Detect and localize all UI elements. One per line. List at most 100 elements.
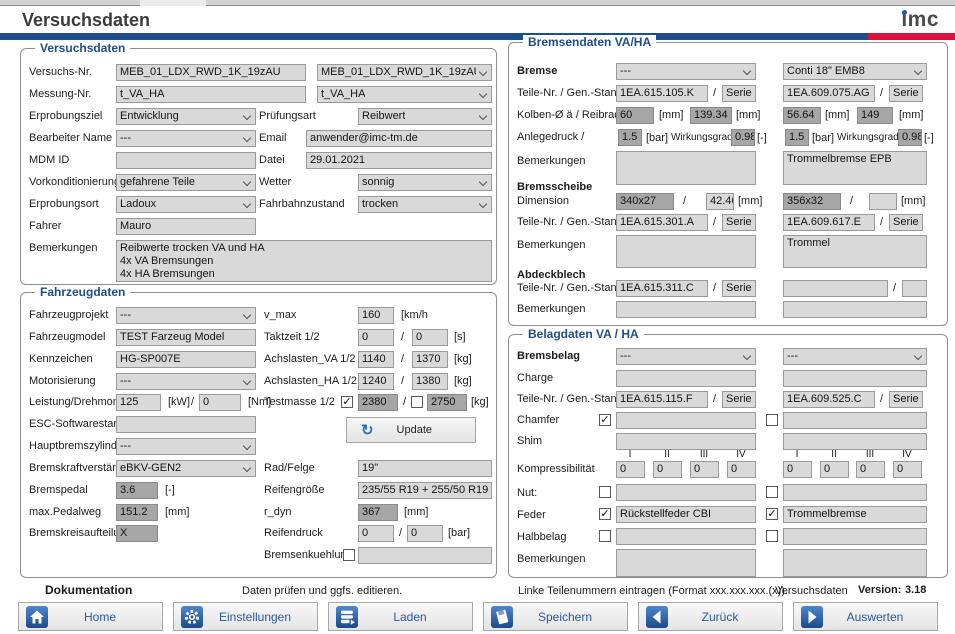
fahrbahnzustand-select[interactable]: trocken [358, 196, 492, 213]
home-button[interactable]: Home [18, 602, 163, 631]
bremse-select-va[interactable]: --- [616, 63, 756, 80]
email-input[interactable]: anwender@imc-tm.de [306, 130, 492, 147]
teile3-input-ha[interactable] [783, 280, 888, 297]
einstellungen-button[interactable]: Einstellungen [173, 602, 318, 631]
bd-bemerkungen1-textarea-ha[interactable]: Trommelbremse EPB [783, 151, 927, 185]
dimension-input-va-1[interactable]: 340x27 [616, 193, 674, 210]
bremse-select-ha[interactable]: Conti 18" EMB8 [783, 63, 927, 80]
halbbelag-checkbox-va[interactable] [599, 530, 611, 542]
testmasse-input-2[interactable]: 2750 [427, 394, 467, 411]
kompressibilitaet-input-va-3[interactable]: 0 [690, 461, 719, 478]
fahrzeugprojekt-select[interactable]: --- [116, 307, 256, 324]
bd-bemerkungen1-textarea-va[interactable] [616, 151, 756, 185]
kompressibilitaet-input-va-1[interactable]: 0 [616, 461, 645, 478]
taktzeit-input-1[interactable]: 0 [358, 329, 394, 346]
teile1-serie-va[interactable]: Serie [722, 85, 756, 102]
bremspedal-input[interactable]: 3.6 [116, 482, 158, 499]
datei-input[interactable]: 29.01.2021 [306, 152, 492, 169]
testmasse-checkbox-1[interactable]: ✓ [341, 396, 353, 408]
versuchs-nr-select[interactable]: MEB_01_LDX_RWD_1K_19zAU [317, 64, 492, 81]
kompressibilitaet-input-va-4[interactable]: 0 [727, 461, 756, 478]
bd-bemerkungen3-input-ha[interactable] [783, 301, 927, 318]
bremskraftverstaerker-select[interactable]: eBKV-GEN2 [116, 460, 256, 477]
teile3-serie-va[interactable]: Serie [722, 280, 756, 297]
bremsenkuehlung-input[interactable] [358, 547, 492, 564]
achslasten-ha-input-2[interactable]: 1380 [412, 373, 448, 390]
bd-bemerkungen2-textarea-ha[interactable]: Trommel [783, 235, 927, 268]
teile1-input-va[interactable]: 1EA.615.105.K [616, 85, 708, 102]
teile2-input-va[interactable]: 1EA.615.301.A [616, 214, 708, 231]
leistung-input-2[interactable]: 0 [199, 394, 241, 411]
r-dyn-input[interactable]: 367 [358, 504, 398, 521]
teile2-serie-va[interactable]: Serie [722, 214, 756, 231]
halbbelag-checkbox-ha[interactable] [766, 530, 778, 542]
bl-teile-input-ha[interactable]: 1EA.609.525.C [783, 391, 875, 408]
shim-input-va[interactable] [616, 433, 756, 450]
rad-felge-input[interactable]: 19" [358, 460, 492, 477]
v-max-input[interactable]: 160 [358, 307, 394, 324]
anlegedruck-input-va[interactable]: 1.5 [618, 129, 642, 146]
speichern-button[interactable]: Speichern [483, 602, 628, 631]
vorkonditionierung-select[interactable]: gefahrene Teile [116, 174, 256, 191]
erprobungsort-select[interactable]: Ladoux [116, 196, 256, 213]
nut-input-ha[interactable] [783, 484, 927, 501]
charge-input-ha[interactable] [783, 370, 927, 387]
feder-input-ha[interactable]: Trommelbremse [783, 506, 927, 523]
chamfer-input-va[interactable] [616, 412, 756, 429]
kompressibilitaet-input-ha-2[interactable]: 0 [820, 461, 849, 478]
esc-input[interactable] [116, 416, 256, 433]
feder-input-va[interactable]: Rückstellfeder CBI [616, 506, 756, 523]
leistung-input-1[interactable]: 125 [116, 394, 161, 411]
testmasse-checkbox-2[interactable] [411, 396, 423, 408]
kompressibilitaet-input-va-2[interactable]: 0 [653, 461, 682, 478]
teile1-serie-ha[interactable]: Serie [889, 85, 923, 102]
teile2-serie-ha[interactable]: Serie [889, 214, 923, 231]
bl-bemerkungen-textarea-ha[interactable] [783, 549, 927, 577]
bremsbelag-select-va[interactable]: --- [616, 348, 756, 365]
versuchs-nr-input[interactable]: MEB_01_LDX_RWD_1K_19zAU [116, 64, 306, 81]
teile1-input-ha[interactable]: 1EA.609.075.AG [783, 85, 875, 102]
max-pedalweg-input[interactable]: 151.2 [116, 504, 158, 521]
feder-checkbox-va[interactable]: ✓ [599, 508, 611, 520]
reifendruck-input-2[interactable]: 0 [407, 525, 443, 542]
achslasten-va-input-2[interactable]: 1370 [412, 351, 448, 368]
bremsbelag-select-ha[interactable]: --- [783, 348, 927, 365]
wirkungsgrad-input-va[interactable]: 0.98 [731, 129, 755, 146]
messung-nr-select[interactable]: t_VA_HA [317, 86, 492, 103]
shim-input-ha[interactable] [783, 433, 927, 450]
motorisierung-select[interactable]: --- [116, 373, 256, 390]
pruefungsart-select[interactable]: Reibwert [358, 108, 492, 125]
reifengroesse-input[interactable]: 235/55 R19 + 255/50 R19 [358, 482, 492, 499]
dimension-input-va-2[interactable]: 42.46 [706, 193, 734, 210]
halbbelag-input-va[interactable] [616, 528, 756, 545]
bl-bemerkungen-textarea-va[interactable] [616, 549, 756, 577]
kolben-input-ha-2[interactable]: 149 [857, 107, 893, 124]
bl-teile-input-va[interactable]: 1EA.615.115.F [616, 391, 708, 408]
kolben-input-va-2[interactable]: 139.34 [690, 107, 732, 124]
bl-teile-serie-va[interactable]: Serie [722, 391, 756, 408]
nut-checkbox-va[interactable] [599, 486, 611, 498]
wetter-select[interactable]: sonnig [358, 174, 492, 191]
bd-bemerkungen2-textarea-va[interactable] [616, 235, 756, 268]
hauptbremszylinder-select[interactable]: --- [116, 438, 256, 455]
kolben-input-ha-1[interactable]: 56.64 [783, 107, 821, 124]
fahrzeugmodel-input[interactable]: TEST Farzeug Model [116, 329, 256, 346]
kennzeichen-input[interactable]: HG-SP007E [116, 351, 256, 368]
teile3-serie-ha[interactable] [902, 280, 927, 297]
update-button[interactable]: ↻ Update [346, 417, 476, 443]
chamfer-checkbox-ha[interactable] [766, 414, 778, 426]
reifendruck-input-1[interactable]: 0 [358, 525, 394, 542]
dimension-input-ha-1[interactable]: 356x32 [783, 193, 841, 210]
erprobungsziel-select[interactable]: Entwicklung [116, 108, 256, 125]
halbbelag-input-ha[interactable] [783, 528, 927, 545]
taktzeit-input-2[interactable]: 0 [412, 329, 448, 346]
chamfer-input-ha[interactable] [783, 412, 927, 429]
achslasten-va-input-1[interactable]: 1140 [358, 351, 394, 368]
teile2-input-ha[interactable]: 1EA.609.617.E [783, 214, 875, 231]
auswerten-button[interactable]: Auswerten [793, 602, 938, 631]
nut-input-va[interactable] [616, 484, 756, 501]
nut-checkbox-ha[interactable] [766, 486, 778, 498]
bl-teile-serie-ha[interactable]: Serie [889, 391, 923, 408]
kompressibilitaet-input-ha-1[interactable]: 0 [783, 461, 812, 478]
laden-button[interactable]: Laden [328, 602, 473, 631]
